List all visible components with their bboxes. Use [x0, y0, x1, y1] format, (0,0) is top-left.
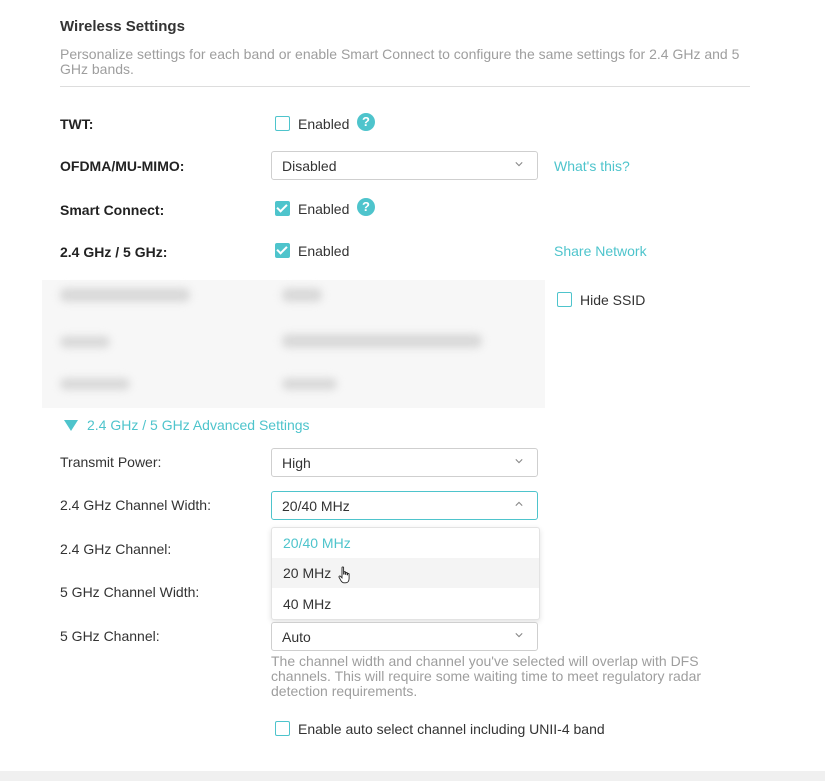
- twt-checkbox-label[interactable]: Enabled: [298, 116, 349, 132]
- hand-pointer-icon: [338, 566, 350, 584]
- dropdown-option-label: 20/40 MHz: [283, 535, 351, 551]
- chevron-down-icon: [515, 162, 523, 167]
- unii4-checkbox[interactable]: [275, 721, 290, 736]
- chevron-up-icon: [515, 501, 523, 506]
- channel-width-24-value: 20/40 MHz: [282, 498, 350, 514]
- channel-5-select[interactable]: Auto: [271, 622, 538, 651]
- dropdown-option[interactable]: 20/40 MHz: [272, 528, 539, 558]
- band-label: 2.4 GHz / 5 GHz:: [60, 244, 168, 260]
- dropdown-option-label: 40 MHz: [283, 596, 332, 612]
- unii4-label[interactable]: Enable auto select channel including UNI…: [298, 721, 605, 737]
- band-checkbox-label[interactable]: Enabled: [298, 243, 349, 259]
- dropdown-option[interactable]: 40 MHz: [272, 589, 539, 619]
- dropdown-option[interactable]: 20 MHz: [272, 558, 539, 588]
- chevron-down-icon: [515, 459, 523, 464]
- smart-connect-help-icon[interactable]: ?: [357, 198, 375, 216]
- transmit-power-value: High: [282, 455, 311, 471]
- channel-width-24-dropdown: 20/40 MHz 20 MHz 40 MHz: [271, 527, 540, 620]
- ofdma-label: OFDMA/MU-MIMO:: [60, 158, 185, 174]
- smart-connect-label: Smart Connect:: [60, 202, 165, 218]
- twt-label: TWT:: [60, 116, 94, 132]
- channel-width-24-select[interactable]: 20/40 MHz: [271, 491, 538, 520]
- band-checkbox[interactable]: [275, 243, 290, 258]
- smart-connect-checkbox[interactable]: [275, 201, 290, 216]
- channel-width-24-label: 2.4 GHz Channel Width:: [60, 497, 211, 513]
- dropdown-option-label: 20 MHz: [283, 565, 332, 581]
- section-title: Wireless Settings: [60, 18, 185, 35]
- section-description: Personalize settings for each band or en…: [60, 46, 740, 77]
- transmit-power-label: Transmit Power:: [60, 454, 162, 470]
- share-network-link[interactable]: Share Network: [554, 243, 647, 259]
- ofdma-select[interactable]: Disabled: [271, 151, 538, 180]
- ofdma-select-value: Disabled: [282, 158, 337, 174]
- hide-ssid-label[interactable]: Hide SSID: [580, 292, 645, 308]
- transmit-power-select[interactable]: High: [271, 448, 538, 477]
- redacted-network-fields: [42, 280, 545, 408]
- channel-24-label: 2.4 GHz Channel:: [60, 541, 172, 557]
- channel-width-5-label: 5 GHz Channel Width:: [60, 584, 200, 600]
- hide-ssid-checkbox[interactable]: [557, 292, 572, 307]
- section-divider: [60, 86, 750, 87]
- channel-5-label: 5 GHz Channel:: [60, 628, 160, 644]
- triangle-down-icon[interactable]: [64, 420, 78, 431]
- channel-5-value: Auto: [282, 629, 311, 645]
- smart-connect-checkbox-label[interactable]: Enabled: [298, 201, 349, 217]
- page-footer-band: [0, 771, 825, 781]
- whats-this-link[interactable]: What's this?: [554, 158, 630, 174]
- advanced-settings-toggle[interactable]: 2.4 GHz / 5 GHz Advanced Settings: [87, 417, 310, 433]
- twt-checkbox[interactable]: [275, 116, 290, 131]
- twt-help-icon[interactable]: ?: [357, 113, 375, 131]
- chevron-down-icon: [515, 633, 523, 638]
- dfs-note: The channel width and channel you've sel…: [271, 653, 702, 699]
